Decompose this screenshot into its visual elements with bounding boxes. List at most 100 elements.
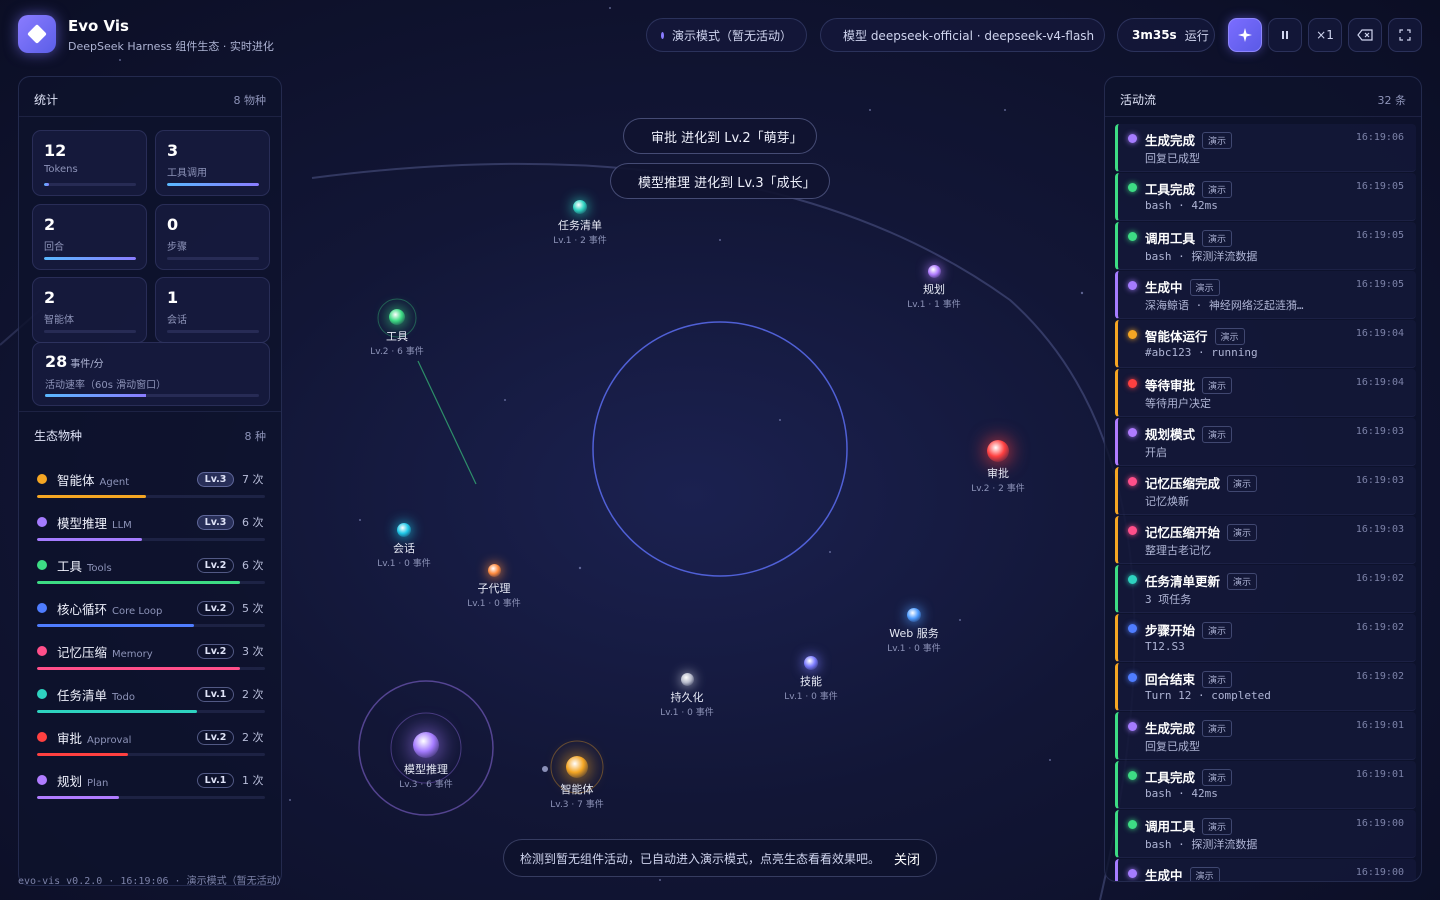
activity-dot-icon (1128, 330, 1137, 339)
species-row[interactable]: 智能体 Agent Lv.3 7 次 (37, 463, 265, 503)
demo-tag: 演示 (1202, 622, 1233, 639)
species-count: 3 次 (242, 645, 264, 658)
runtime-value: 3m35s (1132, 28, 1177, 42)
node-orb-icon (907, 608, 921, 622)
activity-time: 16:19:06 (1355, 132, 1404, 143)
species-dot-icon (37, 732, 47, 742)
footer-time: 16:19:06 (120, 876, 169, 887)
activity-item[interactable]: 回合结束 演示 16:19:02 Turn 12 · completed (1115, 663, 1416, 711)
stat-label: 工具调用 (167, 168, 207, 179)
node-persistence[interactable]: 持久化 Lv.1 · 0 事件 (637, 672, 737, 718)
species-row[interactable]: 核心循环 Core Loop Lv.2 5 次 (37, 592, 265, 632)
activity-item[interactable]: 工具完成 演示 16:19:01 bash · 42ms (1115, 761, 1416, 809)
fullscreen-button[interactable] (1388, 18, 1422, 52)
activity-dot-icon (1128, 869, 1137, 878)
activity-item[interactable]: 步骤开始 演示 16:19:02 T12.S3 (1115, 614, 1416, 662)
node-plan[interactable]: 规划 Lv.1 · 1 事件 (884, 264, 984, 310)
species-count: 2 次 (242, 731, 264, 744)
species-row[interactable]: 模型推理 LLM Lv.3 6 次 (37, 506, 265, 546)
activity-item[interactable]: 调用工具 演示 16:19:00 bash · 探测洋流数据 (1115, 810, 1416, 858)
species-level-badge: Lv.3 (197, 472, 234, 487)
mode-pill[interactable]: 演示模式（暂无活动） (646, 18, 807, 52)
activity-item[interactable]: 任务清单更新 演示 16:19:02 3 项任务 (1115, 565, 1416, 613)
activity-item[interactable]: 工具完成 演示 16:19:05 bash · 42ms (1115, 173, 1416, 221)
demo-tag: 演示 (1202, 720, 1233, 737)
model-pill[interactable]: 模型 deepseek-official · deepseek-v4-flash (820, 18, 1105, 52)
activity-time: 16:19:04 (1355, 328, 1404, 339)
activity-item[interactable]: 记忆压缩开始 演示 16:19:03 整理古老记忆 (1115, 516, 1416, 564)
node-skill[interactable]: 技能 Lv.1 · 0 事件 (761, 656, 861, 702)
node-session[interactable]: 会话 Lv.1 · 0 事件 (354, 523, 454, 569)
activity-item[interactable]: 生成完成 演示 16:19:06 回复已成型 (1115, 124, 1416, 172)
activity-item[interactable]: 规划模式 演示 16:19:03 开启 (1115, 418, 1416, 466)
activity-item[interactable]: 生成中 演示 16:19:05 深海鲸语 · 神经网络泛起涟漪… (1115, 271, 1416, 319)
node-orb-icon (389, 309, 405, 325)
species-count: 2 次 (242, 688, 264, 701)
species-dot-icon (37, 603, 47, 613)
ecology-count: 8 种 (244, 430, 267, 443)
species-dot-icon (37, 775, 47, 785)
species-row[interactable]: 记忆压缩 Memory Lv.2 3 次 (37, 635, 265, 675)
activity-item[interactable]: 生成完成 演示 16:19:01 回复已成型 (1115, 712, 1416, 760)
activity-title: 调用工具 演示 (1145, 228, 1233, 247)
activity-time: 16:19:02 (1355, 573, 1404, 584)
node-approval[interactable]: 审批 Lv.2 · 2 事件 (948, 440, 1048, 494)
species-bar (37, 495, 265, 498)
activity-item[interactable]: 调用工具 演示 16:19:05 bash · 探测洋流数据 (1115, 222, 1416, 270)
speed-button[interactable]: ×1 (1308, 18, 1342, 52)
demo-tag: 演示 (1227, 573, 1258, 590)
activity-dot-icon (1128, 771, 1137, 780)
stat-value: 3 (167, 141, 179, 160)
activity-item[interactable]: 生成中 演示 16:19:00 (1115, 859, 1416, 881)
activity-dot-icon (1128, 722, 1137, 731)
pause-button[interactable] (1268, 18, 1302, 52)
sparkle-button[interactable] (1228, 18, 1262, 52)
node-agent[interactable]: 智能体 Lv.3 · 7 事件 (527, 756, 627, 810)
node-web-service[interactable]: Web 服务 Lv.1 · 0 事件 (864, 608, 964, 654)
species-bar (37, 581, 265, 584)
node-todo[interactable]: 任务清单 Lv.1 · 2 事件 (530, 200, 630, 246)
activity-title: 等待审批 演示 (1145, 375, 1233, 394)
activity-dot-icon (1128, 820, 1137, 829)
activity-time: 16:19:04 (1355, 377, 1404, 388)
species-dot-icon (37, 689, 47, 699)
stat-label: Tokens (44, 164, 78, 175)
stat-value: 12 (44, 141, 67, 160)
rate-bar (45, 394, 259, 397)
activity-time: 16:19:02 (1355, 622, 1404, 633)
species-row[interactable]: 审批 Approval Lv.2 2 次 (37, 721, 265, 761)
demo-tag: 演示 (1202, 671, 1233, 688)
activity-title: 活动流 (1120, 93, 1157, 107)
activity-time: 16:19:02 (1355, 671, 1404, 682)
species-row[interactable]: 任务清单 Todo Lv.1 2 次 (37, 678, 265, 718)
clear-button[interactable] (1348, 18, 1382, 52)
species-bar (37, 796, 265, 799)
footer-mode: 演示模式（暂无活动） (186, 876, 287, 887)
link-tool (417, 360, 477, 485)
activity-dot-icon (1128, 575, 1137, 584)
species-dot-icon (37, 560, 47, 570)
activity-time: 16:19:01 (1355, 720, 1404, 731)
app-header: Evo Vis DeepSeek Harness 组件生态 · 实时进化 演示模… (0, 0, 1440, 72)
species-dot-icon (37, 517, 47, 527)
activity-time: 16:19:00 (1355, 818, 1404, 829)
activity-item[interactable]: 记忆压缩完成 演示 16:19:03 记忆焕新 (1115, 467, 1416, 515)
toast-llm-evolved[interactable]: 模型推理 进化到 Lv.3「成长」 (610, 163, 830, 199)
stat-label: 智能体 (44, 315, 74, 326)
node-subagent[interactable]: 子代理 Lv.1 · 0 事件 (444, 563, 544, 609)
node-orb-icon (487, 563, 501, 577)
species-row[interactable]: 工具 Tools Lv.2 6 次 (37, 549, 265, 589)
activity-item[interactable]: 智能体运行 演示 16:19:04 #abc123 · running (1115, 320, 1416, 368)
banner-close-button[interactable]: 关闭 (894, 849, 920, 868)
node-llm[interactable]: 模型推理 Lv.3 · 6 事件 (376, 732, 476, 790)
species-count: 7 次 (242, 473, 264, 486)
species-row[interactable]: 规划 Plan Lv.1 1 次 (37, 764, 265, 804)
node-name: Web 服务 (889, 627, 939, 640)
toast-approval-evolved[interactable]: 审批 进化到 Lv.2「萌芽」 (623, 118, 817, 154)
node-name: 子代理 (477, 581, 511, 595)
species-name: 审批 Approval (57, 731, 132, 746)
stat-card-turns: 2 回合 (32, 204, 147, 270)
node-tools[interactable]: 工具 Lv.2 · 6 事件 (347, 309, 447, 357)
activity-dot-icon (1128, 281, 1137, 290)
activity-item[interactable]: 等待审批 演示 16:19:04 等待用户决定 (1115, 369, 1416, 417)
